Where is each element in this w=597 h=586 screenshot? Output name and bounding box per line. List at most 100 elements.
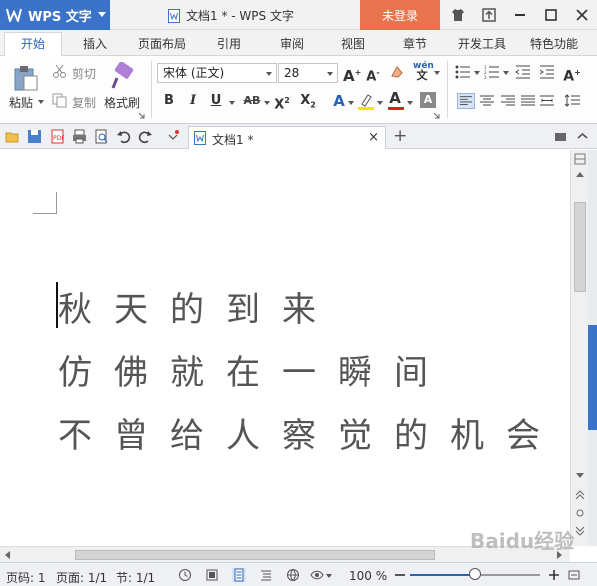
align-right-icon[interactable] [500,94,516,108]
collapse-ribbon-icon[interactable] [575,129,590,144]
new-tab-button[interactable]: + [393,126,407,146]
save-icon[interactable] [27,129,42,144]
align-left-icon[interactable] [457,93,475,109]
chevron-down-icon[interactable] [434,71,440,75]
phonetic-guide-icon[interactable]: wén 文 [413,62,434,82]
horizontal-scroll-thumb[interactable] [75,550,435,560]
open-icon[interactable] [5,129,20,144]
vertical-scroll-thumb[interactable] [574,202,586,292]
char-shading-icon[interactable]: A [420,92,436,108]
tab-references[interactable]: 引用 [217,35,241,52]
previous-page-icon[interactable] [575,490,585,500]
document-line[interactable]: 秋天的到来 [58,282,338,331]
login-button[interactable]: 未登录 [360,0,440,30]
copy-icon[interactable] [52,93,67,108]
bold-button[interactable]: B [160,92,178,110]
format-painter-button[interactable]: 格式刷 [104,94,140,111]
tab-list-icon[interactable] [553,129,568,144]
paste-icon[interactable] [13,64,39,92]
fit-width-icon[interactable] [567,568,581,582]
justify-icon[interactable] [520,94,536,108]
tab-review[interactable]: 审阅 [280,35,304,52]
format-painter-icon[interactable] [110,62,136,90]
tab-chapter[interactable]: 章节 [403,35,427,52]
font-family-select[interactable]: 宋体 (正文) [157,63,277,83]
document-line[interactable]: 仿佛就在一瞬间 [58,345,450,394]
customize-toolbar-icon[interactable] [166,129,181,144]
page-view-icon[interactable] [232,568,246,582]
subscript-button[interactable]: X2 [299,92,317,110]
scroll-down-icon[interactable] [575,472,585,480]
font-size-select[interactable]: 28 [278,63,338,83]
cut-icon[interactable] [52,64,67,79]
print-preview-icon[interactable] [94,129,109,144]
chevron-down-icon[interactable] [229,101,235,105]
document-tab[interactable]: 文档1 * × [188,126,386,149]
zoom-level[interactable]: 100 % [349,569,387,583]
chevron-down-icon[interactable] [407,101,413,105]
page-count-status[interactable]: 页面: 1/1 [56,569,107,586]
split-view-icon[interactable] [574,153,586,165]
decrease-indent-icon[interactable] [515,65,531,79]
side-panel-toggle[interactable] [588,325,597,430]
grow-font-icon[interactable]: A+ [343,64,361,85]
close-tab-icon[interactable]: × [368,130,379,145]
shrink-font-icon[interactable]: A- [364,64,382,84]
skin-icon[interactable] [442,0,473,30]
tab-page-layout[interactable]: 页面布局 [138,35,186,52]
scroll-up-icon[interactable] [575,170,585,178]
chevron-down-icon[interactable] [326,574,332,578]
tab-developer[interactable]: 开发工具 [458,35,506,52]
outline-view-icon[interactable] [259,568,273,582]
numbered-list-icon[interactable]: 123 [484,65,500,79]
zoom-slider-knob[interactable] [469,568,481,580]
font-color-icon[interactable]: A [386,89,404,107]
dialog-launcher-icon[interactable] [138,112,145,119]
revision-history-icon[interactable] [178,568,192,582]
select-browse-object-icon[interactable] [575,508,585,518]
underline-button[interactable]: U [207,92,225,110]
eye-protection-icon[interactable] [310,568,324,582]
text-effect-icon[interactable]: A [330,92,348,110]
align-center-icon[interactable] [479,94,495,108]
distributed-align-icon[interactable] [539,94,555,108]
print-icon[interactable] [72,129,87,144]
section-status[interactable]: 节: 1/1 [116,569,155,586]
tab-insert[interactable]: 插入 [83,35,107,52]
cut-button[interactable]: 剪切 [72,65,96,82]
chevron-down-icon[interactable] [503,71,509,75]
dialog-launcher-icon[interactable] [433,112,440,119]
chevron-down-icon[interactable] [348,101,354,105]
chevron-down-icon[interactable] [38,100,44,104]
bullet-list-icon[interactable] [455,65,471,79]
web-view-icon[interactable] [286,568,300,582]
italic-button[interactable]: I [184,92,202,110]
tab-special-features[interactable]: 特色功能 [530,35,578,52]
scroll-left-icon[interactable] [3,550,11,560]
next-page-icon[interactable] [575,526,585,536]
zoom-in-icon[interactable] [547,568,561,582]
undo-icon[interactable] [116,129,131,144]
document-canvas[interactable]: 秋天的到来 仿佛就在一瞬间 不曾给人察觉的机会 [0,150,570,546]
copy-button[interactable]: 复制 [72,94,96,111]
upload-icon[interactable] [473,0,504,30]
highlight-icon[interactable] [357,92,375,110]
tab-home[interactable]: 开始 [4,32,62,56]
chevron-down-icon[interactable] [377,101,383,105]
zoom-out-icon[interactable] [393,568,407,582]
increase-indent-icon[interactable] [539,65,555,79]
line-spacing-icon[interactable] [565,94,581,108]
document-line[interactable]: 不曾给人察觉的机会 [58,408,562,457]
change-case-icon[interactable]: A+ [563,64,581,85]
minimize-button[interactable] [504,0,535,30]
superscript-button[interactable]: X2 [273,92,291,112]
maximize-button[interactable] [535,0,566,30]
chevron-down-icon[interactable] [264,101,270,105]
export-pdf-icon[interactable]: PDF [50,129,65,144]
full-screen-icon[interactable] [205,568,219,582]
redo-icon[interactable] [138,129,153,144]
tab-view[interactable]: 视图 [341,35,365,52]
paste-button[interactable]: 粘贴 [9,94,33,111]
page-number-status[interactable]: 页码: 1 [6,569,46,586]
clear-format-icon[interactable] [390,65,404,79]
